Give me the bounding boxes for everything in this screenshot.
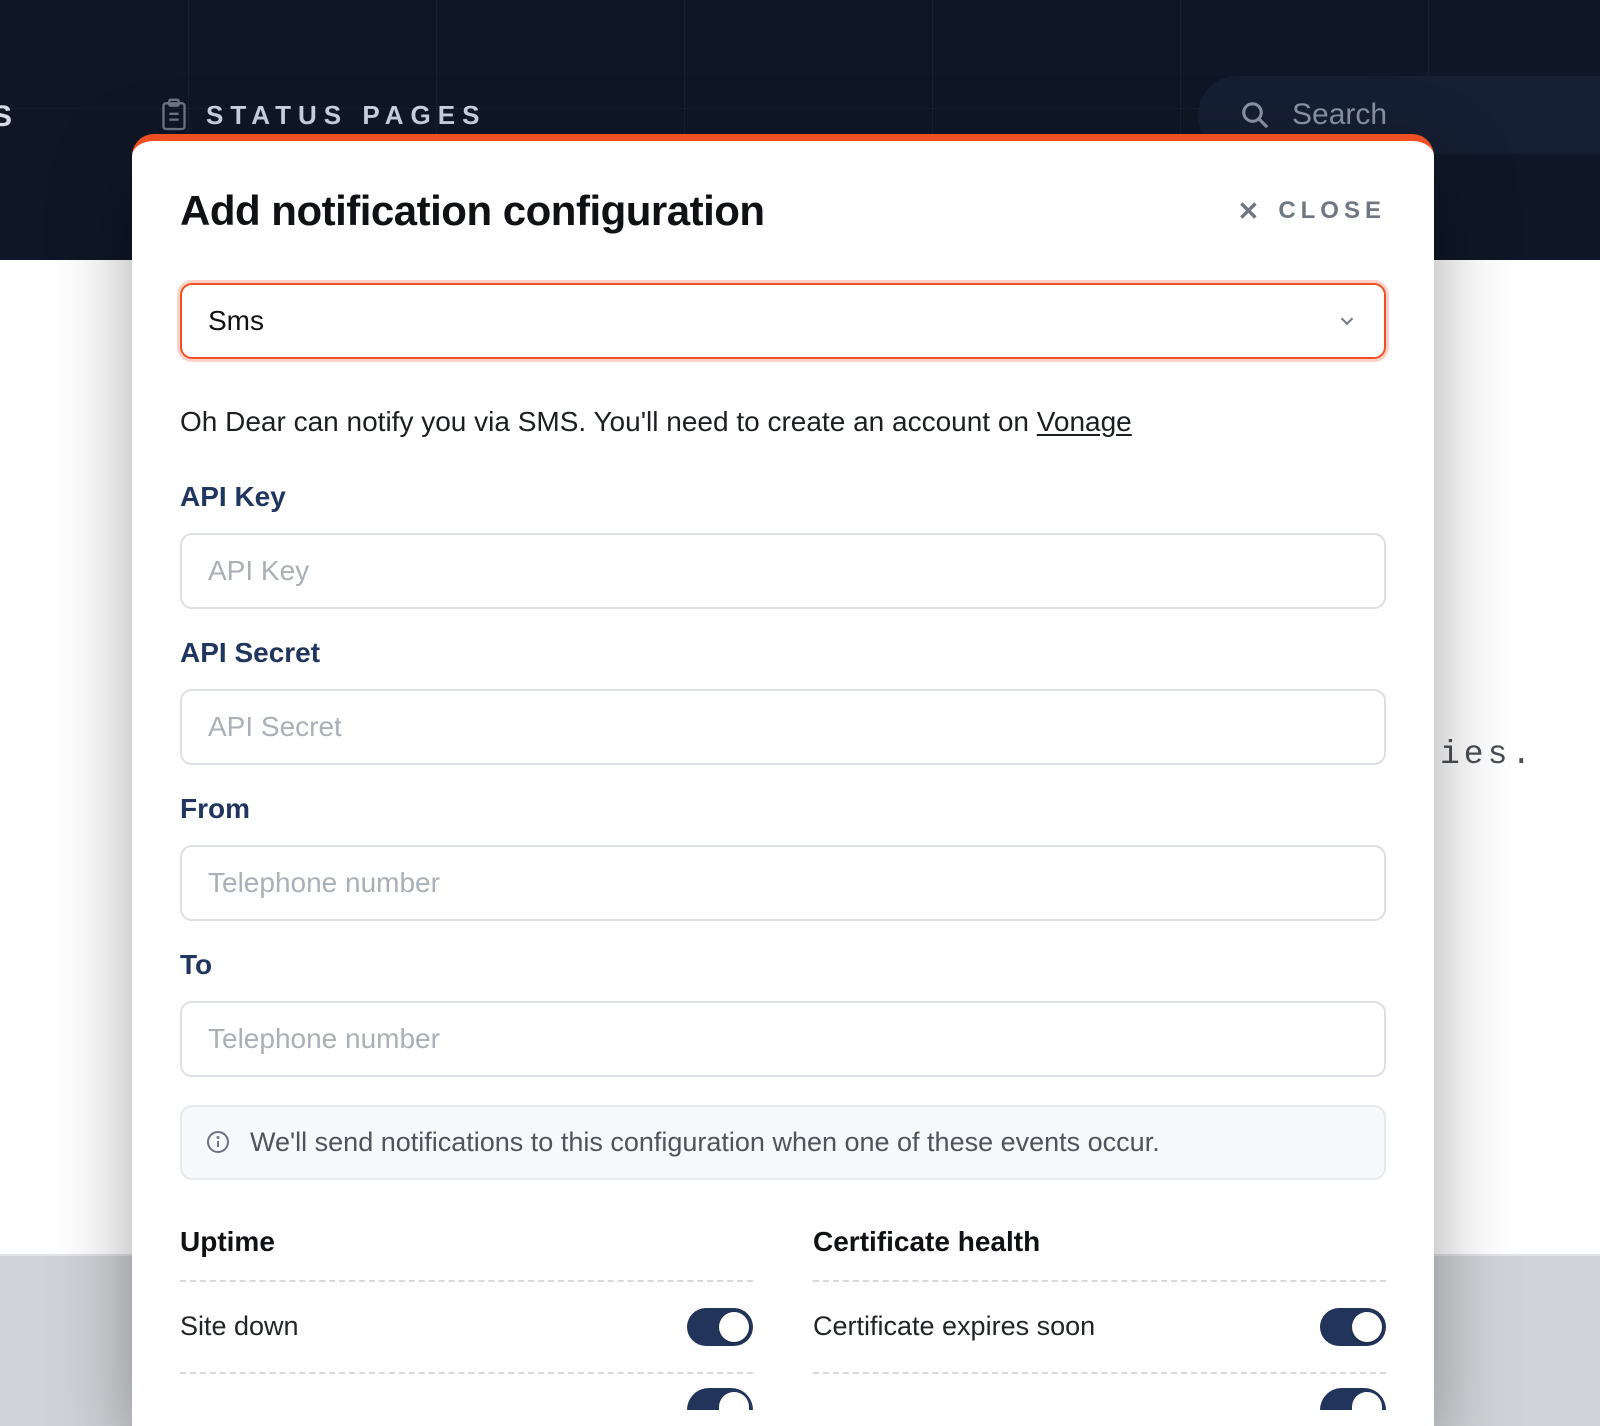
description-text: Oh Dear can notify you via SMS. You'll n… <box>180 406 1037 437</box>
vonage-link[interactable]: Vonage <box>1037 406 1132 437</box>
breadcrumb-label: STATUS PAGES <box>206 100 486 131</box>
field-from: From <box>180 793 1386 921</box>
modal-title: Add notification configuration <box>180 187 765 235</box>
toggle-partial-cert-next[interactable] <box>1320 1388 1386 1410</box>
toggle-cert-expires[interactable] <box>1320 1308 1386 1346</box>
channel-description: Oh Dear can notify you via SMS. You'll n… <box>180 403 1386 441</box>
close-button[interactable]: ✕ CLOSE <box>1238 197 1386 225</box>
background-peek-text: ies. <box>1440 736 1535 773</box>
clipboard-icon <box>160 98 188 132</box>
cert-expires-label: Certificate expires soon <box>813 1311 1095 1342</box>
nav-fragment: S <box>0 100 18 134</box>
field-api-secret: API Secret <box>180 637 1386 765</box>
close-label: CLOSE <box>1278 197 1386 225</box>
from-input[interactable] <box>180 845 1386 921</box>
close-icon: ✕ <box>1238 198 1265 224</box>
to-label: To <box>180 949 1386 981</box>
toggle-partial-uptime-next[interactable] <box>687 1388 753 1410</box>
site-down-label: Site down <box>180 1311 299 1342</box>
toggle-row-cert-expires: Certificate expires soon <box>813 1282 1386 1372</box>
modal-header: Add notification configuration ✕ CLOSE <box>180 187 1386 235</box>
info-strip: We'll send notifications to this configu… <box>180 1105 1386 1180</box>
field-to: To <box>180 949 1386 1077</box>
from-label: From <box>180 793 1386 825</box>
api-secret-label: API Secret <box>180 637 1386 669</box>
channel-select-value: Sms <box>208 305 264 337</box>
toggle-col-cert: Certificate health Certificate expires s… <box>813 1226 1386 1410</box>
toggle-row-site-down: Site down <box>180 1282 753 1372</box>
api-key-input[interactable] <box>180 533 1386 609</box>
toggle-site-down[interactable] <box>687 1308 753 1346</box>
info-icon <box>206 1130 230 1154</box>
notification-config-modal: Add notification configuration ✕ CLOSE S… <box>132 134 1434 1426</box>
chevron-down-icon <box>1336 310 1358 332</box>
cert-title: Certificate health <box>813 1226 1386 1258</box>
search-icon <box>1240 100 1270 130</box>
event-toggles: Uptime Site down Certificate health Cert… <box>180 1226 1386 1410</box>
api-secret-input[interactable] <box>180 689 1386 765</box>
uptime-title: Uptime <box>180 1226 753 1258</box>
to-input[interactable] <box>180 1001 1386 1077</box>
search-placeholder: Search <box>1292 98 1387 132</box>
info-text: We'll send notifications to this configu… <box>250 1127 1160 1158</box>
breadcrumb[interactable]: STATUS PAGES <box>160 98 486 132</box>
api-key-label: API Key <box>180 481 1386 513</box>
channel-select[interactable]: Sms <box>180 283 1386 359</box>
field-api-key: API Key <box>180 481 1386 609</box>
toggle-col-uptime: Uptime Site down <box>180 1226 753 1410</box>
